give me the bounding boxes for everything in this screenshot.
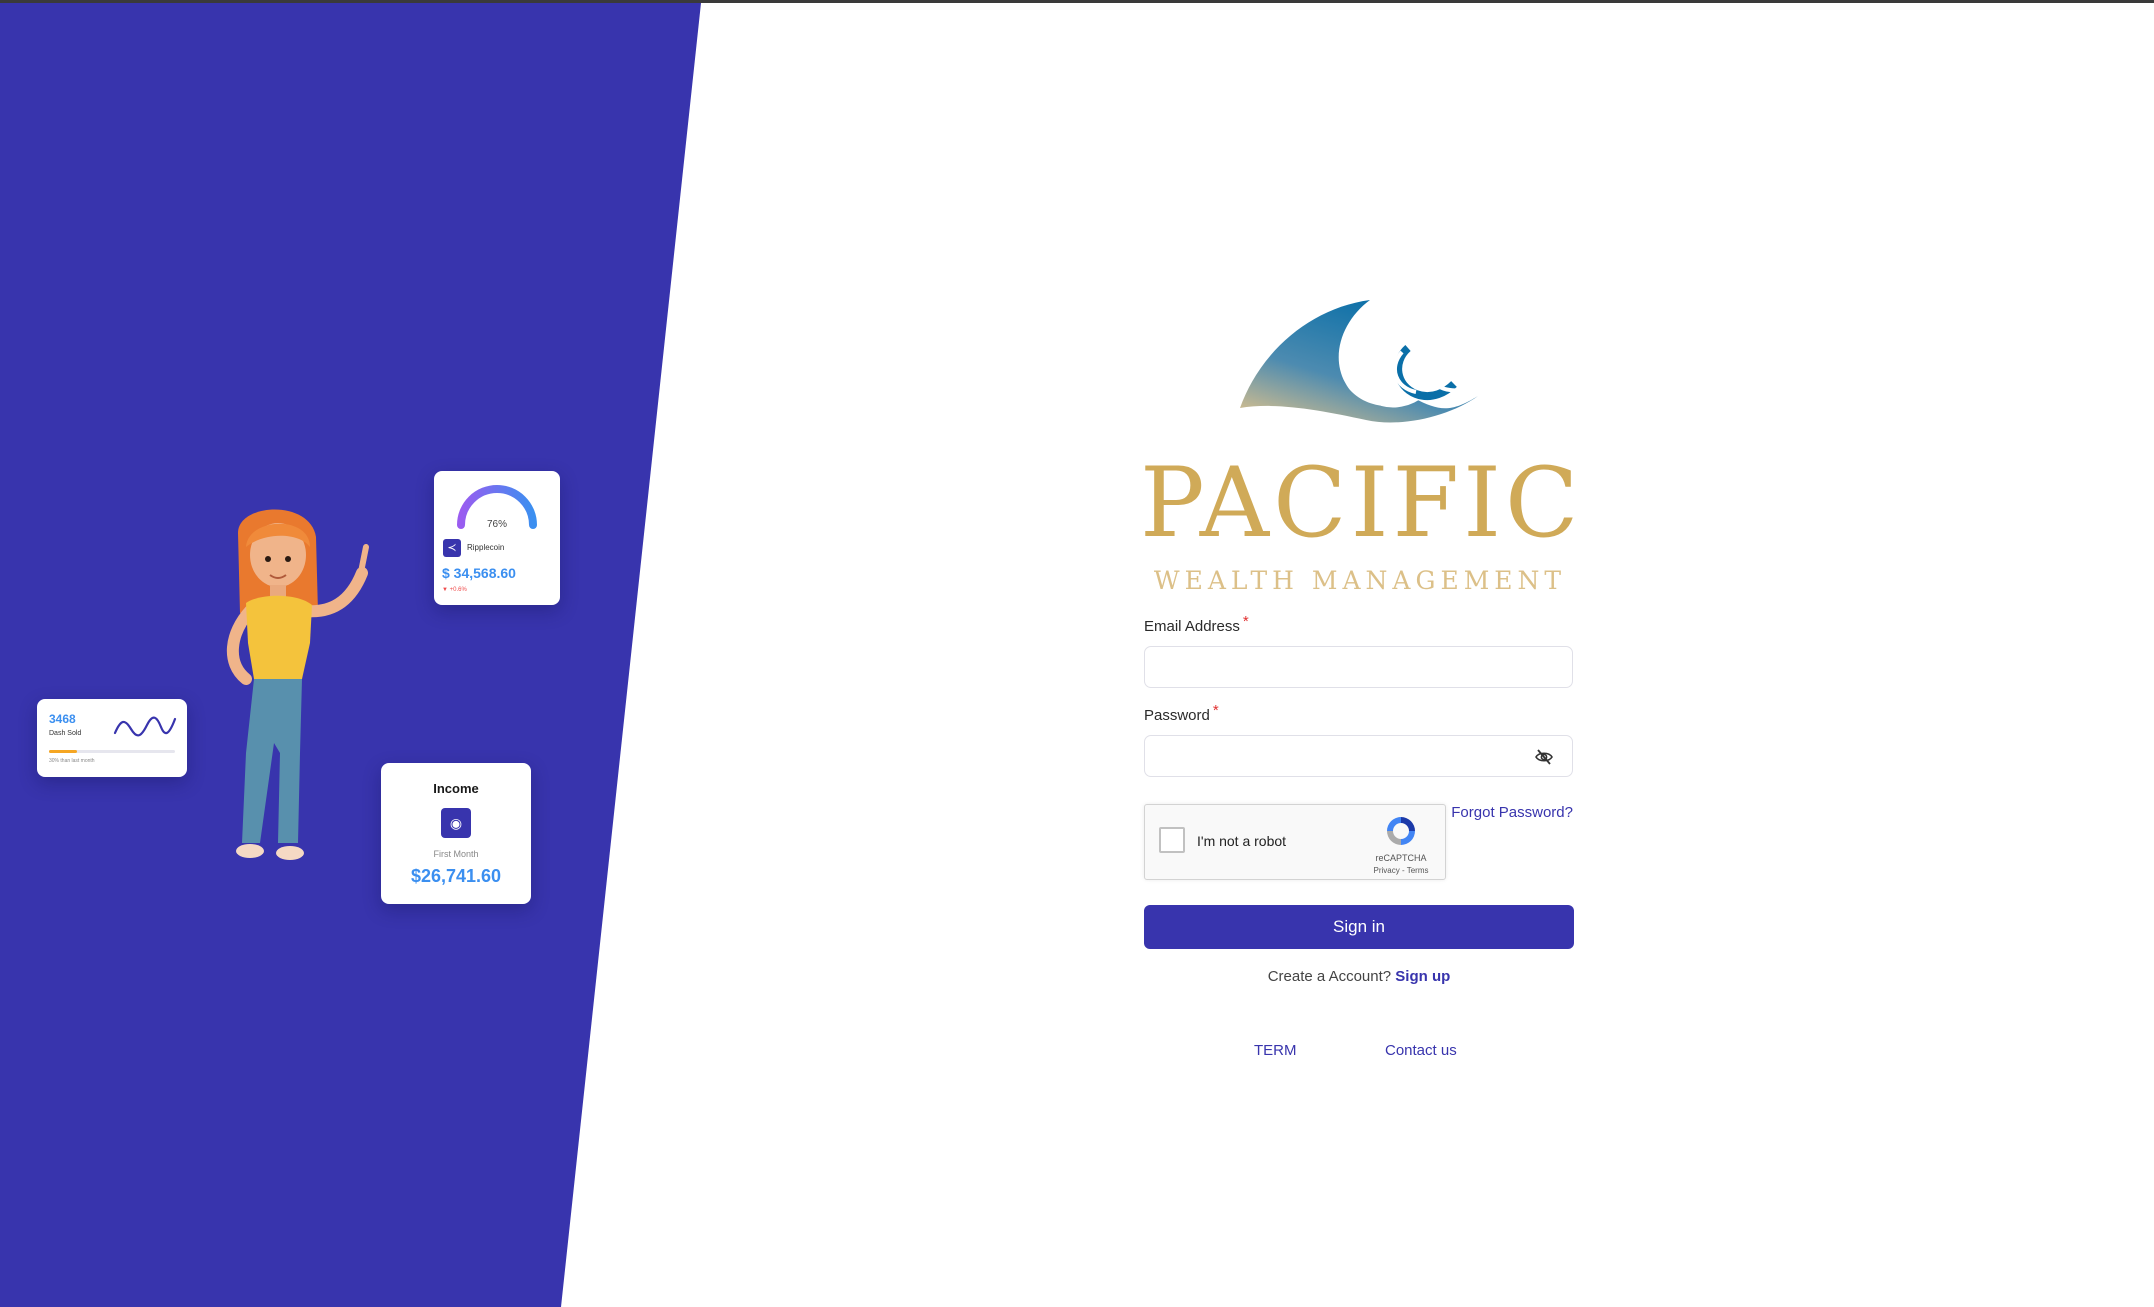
- recaptcha-widget: I'm not a robot reCAPTCHA Privacy - Term…: [1144, 804, 1446, 880]
- wave-logo-icon: [1240, 300, 1478, 423]
- recaptcha-label: I'm not a robot: [1197, 833, 1287, 849]
- coin-price: $ 34,568.60: [442, 565, 516, 581]
- password-label: Password *: [1144, 702, 1219, 724]
- ripplecoin-card: 76% ≺ Ripplecoin $ 34,568.60 ▼ +0.6%: [434, 471, 560, 605]
- dash-number: 3468: [49, 712, 76, 726]
- email-label: Email Address *: [1144, 613, 1249, 635]
- hero-panel: 76% ≺ Ripplecoin $ 34,568.60 ▼ +0.6% 346…: [0, 3, 701, 1307]
- forgot-password-link[interactable]: Forgot Password?: [1450, 804, 1573, 821]
- password-label-text: Password: [1144, 707, 1210, 724]
- create-account-text: Create a Account?: [1267, 968, 1392, 985]
- email-label-text: Email Address: [1144, 618, 1240, 635]
- character-illustration: [227, 509, 369, 860]
- sign-up-link[interactable]: Sign up: [1395, 968, 1450, 985]
- window-top-border: [0, 0, 2154, 3]
- required-marker: *: [1212, 702, 1219, 719]
- sparkline-chart: [113, 716, 177, 737]
- eye-slash-icon[interactable]: [1534, 747, 1554, 767]
- email-input[interactable]: [1144, 646, 1573, 688]
- password-input[interactable]: [1144, 735, 1573, 777]
- dash-progress-track: [49, 750, 175, 753]
- recaptcha-links[interactable]: Privacy - Terms: [1361, 866, 1441, 875]
- dash-note: 30% than last month: [49, 758, 95, 764]
- dash-progress-fill: [49, 750, 77, 753]
- coin-change: ▼ +0.6%: [442, 587, 467, 593]
- brand-tagline: WEALTH MANAGEMENT: [1153, 566, 1567, 595]
- recaptcha-brand: reCAPTCHA: [1375, 853, 1427, 863]
- recaptcha-logo-icon: [1387, 817, 1415, 845]
- dash-label: Dash Sold: [49, 730, 82, 737]
- gauge-percent: 76%: [486, 519, 507, 530]
- recaptcha-checkbox[interactable]: [1159, 827, 1185, 853]
- coin-name: Ripplecoin: [467, 543, 505, 552]
- ripple-icon: ≺: [443, 539, 461, 557]
- required-marker: *: [1242, 613, 1249, 630]
- create-account-prompt: Create a Account? Sign up: [1144, 968, 1574, 985]
- brand-name: PACIFIC: [1140, 447, 1583, 559]
- contact-us-link[interactable]: Contact us: [1385, 1042, 1457, 1059]
- term-link[interactable]: TERM: [1254, 1042, 1297, 1059]
- wallet-icon: ◉: [441, 808, 471, 838]
- sign-in-button[interactable]: Sign in: [1144, 905, 1574, 949]
- dash-sold-card: 3468 Dash Sold 30% than last month: [37, 699, 187, 777]
